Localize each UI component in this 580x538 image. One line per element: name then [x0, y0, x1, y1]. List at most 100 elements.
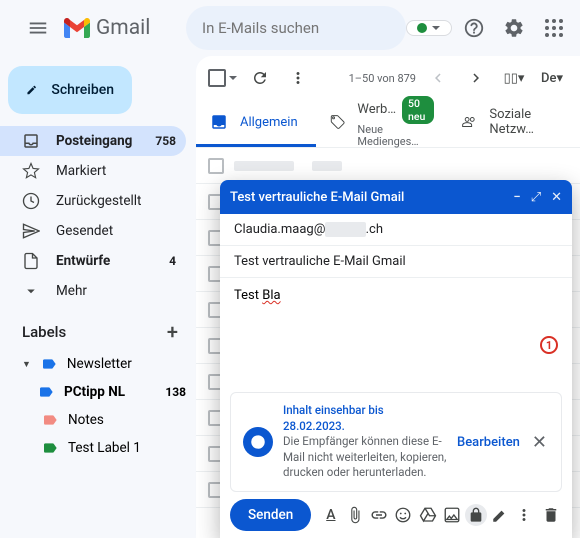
confidential-close-button[interactable]: ✕	[530, 432, 549, 453]
next-page-button[interactable]	[460, 62, 492, 94]
density-button[interactable]: ▯▯▾	[498, 62, 530, 94]
sidebar-item-count: 758	[155, 134, 176, 148]
status-indicator[interactable]	[406, 20, 452, 36]
drive-button[interactable]	[417, 502, 438, 528]
to-redacted: xxxxx	[325, 222, 365, 237]
tab-social[interactable]: Soziale Netzw…	[448, 100, 580, 147]
sidebar-item-drafts[interactable]: Entwürfe 4	[0, 246, 186, 276]
inbox-icon	[210, 113, 228, 131]
expand-icon[interactable]: ▼	[22, 359, 31, 370]
refresh-icon	[251, 69, 269, 87]
settings-button[interactable]	[496, 10, 532, 46]
paperclip-icon	[346, 506, 364, 524]
sidebar-item-label: Entwürfe	[56, 253, 110, 269]
attach-button[interactable]	[344, 502, 365, 528]
pagination-text: 1–50 von 879	[349, 72, 416, 85]
body-text: Test	[234, 288, 262, 303]
chevron-down-icon	[228, 73, 238, 83]
confidential-icon	[243, 427, 273, 457]
checkbox-icon	[208, 69, 226, 87]
clock-icon	[22, 192, 40, 210]
gmail-logo[interactable]: Gmail	[64, 16, 150, 40]
compose-to-field[interactable]: Claudia.maag@xxxxx.ch	[220, 214, 572, 246]
hamburger-icon	[27, 17, 49, 39]
add-label-button[interactable]: +	[167, 320, 178, 344]
to-suffix: .ch	[366, 222, 383, 237]
status-dot-icon	[417, 23, 427, 33]
search-input[interactable]	[194, 19, 409, 37]
labels-header: Labels +	[0, 306, 196, 350]
label-count: 138	[165, 385, 186, 399]
compose-label: Schreiben	[51, 82, 114, 98]
compose-header[interactable]: Test vertrauliche E-Mail Gmail − ⤢ ✕	[220, 180, 572, 214]
compose-title: Test vertrauliche E-Mail Gmail	[230, 190, 404, 205]
tab-promotions[interactable]: Werb… 50 neu Neue Medienges…	[316, 100, 448, 147]
support-button[interactable]	[456, 10, 492, 46]
compose-subject-field[interactable]: Test vertrauliche E-Mail Gmail	[220, 246, 572, 278]
main-menu-button[interactable]	[16, 6, 60, 50]
mail-row[interactable]	[196, 148, 580, 184]
label-text: Notes	[68, 412, 104, 428]
label-icon	[42, 440, 58, 456]
label-icon	[38, 384, 54, 400]
sidebar-item-inbox[interactable]: Posteingang 758	[0, 126, 186, 156]
close-button[interactable]: ✕	[551, 190, 562, 205]
gmail-icon	[64, 18, 90, 38]
search-bar[interactable]	[186, 6, 406, 50]
pencil-icon	[26, 80, 37, 100]
chevron-down-icon	[22, 282, 40, 300]
drive-icon	[419, 506, 437, 524]
emoji-button[interactable]	[393, 502, 414, 528]
more-vert-icon	[289, 69, 307, 87]
row-checkbox[interactable]	[208, 158, 224, 174]
minimize-button[interactable]: −	[513, 190, 520, 205]
send-button[interactable]: Senden	[230, 499, 311, 531]
emoji-icon	[394, 506, 412, 524]
select-all[interactable]	[208, 69, 238, 87]
link-button[interactable]	[369, 502, 390, 528]
confidential-edit-button[interactable]: Bearbeiten	[457, 435, 520, 450]
more-button[interactable]	[282, 62, 314, 94]
gear-icon	[503, 17, 525, 39]
fullscreen-button[interactable]: ⤢	[531, 190, 541, 205]
tab-primary[interactable]: Allgemein	[196, 100, 316, 147]
compose-toolbar: Senden A	[220, 492, 572, 538]
input-tools-button[interactable]: De▾	[536, 62, 568, 94]
image-icon	[443, 506, 461, 524]
prev-page-button[interactable]	[422, 62, 454, 94]
refresh-button[interactable]	[244, 62, 276, 94]
apps-button[interactable]	[536, 10, 572, 46]
discard-button[interactable]	[541, 502, 562, 528]
mail-toolbar: 1–50 von 879 ▯▯▾ De▾	[196, 56, 580, 100]
chevron-left-icon	[429, 69, 447, 87]
label-item-notes[interactable]: Notes	[0, 406, 196, 434]
sidebar-item-sent[interactable]: Gesendet	[0, 216, 186, 246]
subject-text: Test vertrauliche E-Mail Gmail	[234, 254, 406, 269]
logo-area: Gmail	[8, 6, 186, 50]
sidebar-item-label: Markiert	[56, 163, 106, 179]
sidebar-item-snoozed[interactable]: Zurückgestellt	[0, 186, 186, 216]
compose-body[interactable]: Test Bla 1	[220, 278, 572, 392]
image-button[interactable]	[441, 502, 462, 528]
tab-label: Soziale Netzw…	[489, 107, 566, 137]
label-item-pctipp[interactable]: PCtipp NL 138	[0, 378, 196, 406]
signature-button[interactable]	[489, 502, 510, 528]
link-icon	[370, 506, 388, 524]
star-icon	[22, 162, 40, 180]
chevron-down-icon	[431, 23, 441, 33]
sidebar-item-more[interactable]: Mehr	[0, 276, 186, 306]
sidebar-item-starred[interactable]: Markiert	[0, 156, 186, 186]
compose-button[interactable]: Schreiben	[8, 66, 132, 114]
apps-grid-icon	[545, 19, 563, 37]
send-icon	[22, 222, 40, 240]
confidential-toggle-button[interactable]	[465, 502, 486, 528]
lock-clock-icon	[468, 507, 484, 523]
compose-window: Test vertrauliche E-Mail Gmail − ⤢ ✕ Cla…	[220, 180, 572, 538]
formatting-button[interactable]: A	[320, 502, 341, 528]
more-options-button[interactable]	[514, 502, 535, 528]
label-item-testlabel1[interactable]: Test Label 1	[0, 434, 196, 462]
label-item-newsletter[interactable]: ▼ Newsletter	[0, 350, 196, 378]
sidebar-item-count: 4	[169, 254, 176, 268]
sidebar: Schreiben Posteingang 758 Markiert Zurüc…	[0, 56, 196, 538]
header-right	[406, 10, 572, 46]
